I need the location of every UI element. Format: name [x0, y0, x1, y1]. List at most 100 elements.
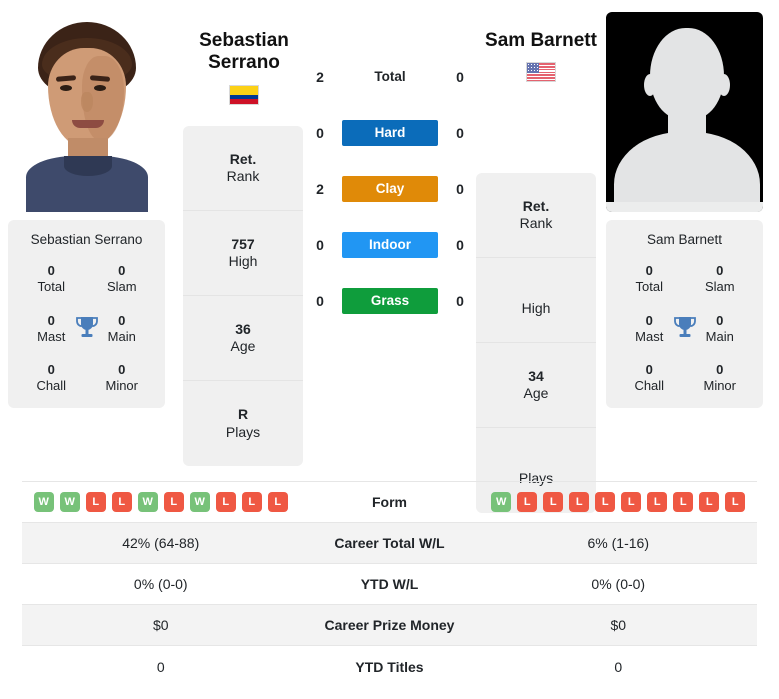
right-player-card-name: Sam Barnett — [646, 232, 723, 247]
form-badge-loss: L — [111, 492, 132, 512]
info-value: R — [237, 406, 249, 422]
surface-row-clay: 2 Clay 0 — [310, 170, 470, 208]
form-badge-win: W — [33, 492, 54, 512]
title-stat-value: 0 — [645, 362, 653, 378]
form-badge-loss: L — [595, 492, 616, 512]
form-badge-loss: L — [621, 492, 642, 512]
surface-row-indoor: 0 Indoor 0 — [310, 226, 470, 264]
right-player-titles-card: Sam Barnett 0 Total 0 Slam 0 Mast 0 Main… — [606, 220, 763, 409]
right-player-photo[interactable] — [606, 12, 763, 212]
table-label: YTD Titles — [355, 658, 424, 675]
title-stat-minor: 0 Minor — [87, 362, 158, 394]
right-form-cell: WLLLLLLLLL — [480, 492, 758, 512]
title-stat-label: Chall — [36, 378, 67, 394]
form-badge-loss: L — [647, 492, 668, 512]
info-label: High — [521, 299, 551, 316]
info-row-high: 757 High — [183, 211, 303, 296]
surface-right-score: 0 — [456, 125, 464, 141]
info-value: 757 — [231, 235, 255, 252]
surface-left-score: 2 — [316, 181, 324, 197]
left-player-portrait-image — [8, 12, 165, 212]
left-form-badges: WWLLWLWLLL — [22, 492, 300, 512]
title-stat-label: Minor — [703, 378, 736, 394]
title-stat-label: Chall — [634, 378, 665, 394]
info-label: Age — [523, 385, 549, 401]
right-value: $0 — [610, 617, 627, 633]
title-stat-label: Slam — [704, 278, 735, 294]
form-badge-loss: L — [673, 492, 694, 512]
title-stat-total: 0 Total — [614, 263, 685, 295]
left-player-name-header[interactable]: Sebastian Serrano — [174, 30, 314, 105]
surface-label-indoor[interactable]: Indoor — [342, 232, 438, 258]
info-value: Ret. — [229, 150, 257, 167]
info-value: 36 — [235, 320, 251, 337]
surface-row-total: 2 Total 0 — [310, 58, 470, 96]
surface-right-score: 0 — [456, 181, 464, 197]
silhouette-base — [606, 202, 763, 212]
right-form-badges: WLLLLLLLLL — [480, 492, 758, 512]
right-player-name-header[interactable]: Sam Barnett — [471, 30, 611, 83]
surface-label-hard[interactable]: Hard — [342, 120, 438, 146]
info-row-rank: Ret. Rank — [476, 173, 596, 258]
title-stat-value: 0 — [47, 263, 55, 278]
surface-row-grass: 0 Grass 0 — [310, 282, 470, 320]
title-stat-label: Total — [635, 278, 663, 294]
trophy-icon — [673, 316, 696, 337]
surface-label-clay[interactable]: Clay — [342, 176, 438, 202]
right-player-column: Sam Barnett 0 Total 0 Slam 0 Mast 0 Main… — [606, 8, 771, 478]
form-badge-loss: L — [543, 492, 564, 512]
info-label: Plays — [225, 423, 261, 440]
portrait-eye-right — [94, 85, 106, 91]
surface-label-grass[interactable]: Grass — [342, 288, 438, 314]
right-titles-grid: 0 Total 0 Slam 0 Mast 0 Main 0 Chall 0 M… — [614, 263, 755, 394]
title-stat-slam: 0 Slam — [685, 263, 756, 295]
left-form-cell: WWLLWLWLLL — [22, 492, 300, 512]
info-row-high: High — [476, 258, 596, 343]
left-player-photo[interactable] — [8, 12, 165, 212]
left-value: $0 — [152, 617, 169, 633]
left-value: 42% (64-88) — [122, 535, 200, 551]
table-label: Career Total W/L — [334, 535, 445, 551]
table-row-career-prize-money: $0 Career Prize Money $0 — [22, 605, 757, 646]
form-badge-win: W — [59, 492, 80, 512]
player-comparison-page: Sebastian Serrano 0 Total 0 Slam 0 Mast — [0, 0, 779, 699]
info-value: Ret. — [522, 197, 550, 214]
title-stat-chall: 0 Chall — [16, 362, 87, 394]
surface-row-hard: 0 Hard 0 — [310, 114, 470, 152]
form-badge-loss: L — [241, 492, 262, 512]
surface-right-score: 0 — [456, 237, 464, 253]
silhouette-ear-right — [718, 74, 730, 96]
table-row-career-total-wl: 42% (64-88) Career Total W/L 6% (1-16) — [22, 523, 757, 564]
form-badge-loss: L — [569, 492, 590, 512]
form-badge-loss: L — [215, 492, 236, 512]
info-row-age: 34 Age — [476, 343, 596, 428]
form-badge-win: W — [491, 492, 512, 512]
surface-right-score: 0 — [456, 69, 464, 85]
form-badge-loss: L — [267, 492, 288, 512]
left-value: 0% (0-0) — [133, 576, 188, 592]
surface-left-score: 2 — [316, 69, 324, 85]
left-player-name-line2: Serrano — [208, 52, 280, 74]
info-label: Rank — [519, 215, 553, 231]
portrait-eye-left — [60, 85, 72, 91]
left-titles-grid: 0 Total 0 Slam 0 Mast 0 Main 0 Chall 0 M… — [16, 263, 157, 394]
silhouette-ear-left — [644, 74, 656, 96]
form-badge-loss: L — [517, 492, 538, 512]
table-label: YTD W/L — [360, 576, 419, 592]
table-row-form: WWLLWLWLLL Form WLLLLLLLLL — [22, 482, 757, 523]
left-info-card: Ret. Rank 757 High 36 Age R Plays — [183, 126, 303, 466]
title-stat-label: Slam — [106, 278, 137, 294]
title-stat-label: Total — [37, 278, 65, 294]
surface-comparison: 2 Total 0 0 Hard 0 2 Clay 0 0 Indoor 0 0… — [310, 58, 470, 320]
left-player-name-line1: Sebastian — [199, 30, 289, 51]
title-stat-total: 0 Total — [16, 263, 87, 295]
title-stat-value: 0 — [118, 263, 126, 278]
table-label: Career Prize Money — [324, 617, 455, 633]
comparison-table: WWLLWLWLLL Form WLLLLLLLLL 42% (64-88) C… — [22, 481, 757, 687]
portrait-collar — [64, 156, 112, 176]
right-value: 0 — [614, 658, 623, 675]
info-label: Age — [230, 338, 256, 354]
form-badge-win: W — [137, 492, 158, 512]
right-player-silhouette-image — [606, 12, 763, 212]
trophy-icon — [75, 316, 98, 337]
